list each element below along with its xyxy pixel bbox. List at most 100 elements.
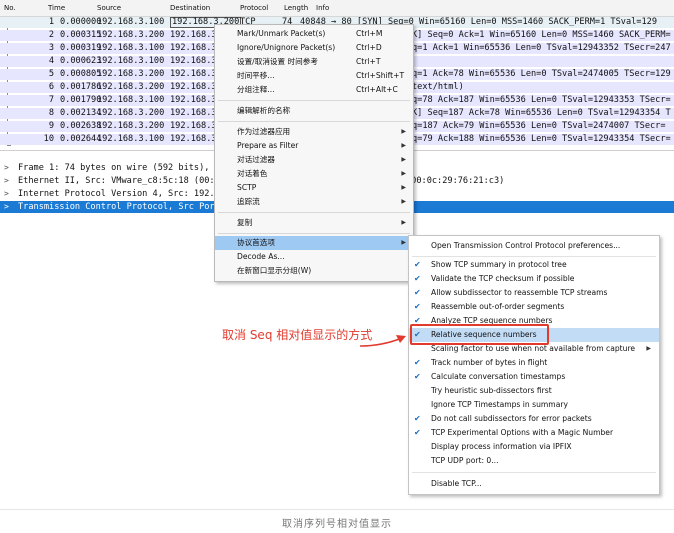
packet-time: 0.001786 — [60, 82, 102, 92]
expand-arrow-icon[interactable]: > — [4, 201, 9, 213]
expand-arrow-icon[interactable]: > — [4, 162, 9, 174]
submenu-item-label: TCP UDP port: 0... — [431, 456, 499, 465]
submenu-item-open-tcp-preferences[interactable]: Open Transmission Control Protocol prefe… — [409, 239, 659, 253]
menu-item-label: 对话过滤器 — [237, 155, 275, 164]
menu-item-protocol-preferences[interactable]: 协议首选项 ▶ — [215, 236, 413, 250]
packet-no: 8 — [48, 108, 54, 118]
menu-item-conversation-filter[interactable]: 对话过滤器 ▶ — [215, 153, 413, 167]
packet-time: 0.002638 — [60, 121, 102, 131]
submenu-item-display-ipfix[interactable]: Display process information via IPFIX — [409, 440, 659, 454]
col-header-no[interactable]: No. — [4, 0, 16, 16]
checkmark-icon: ✔ — [414, 372, 421, 381]
packet-time: 0.000623 — [60, 56, 102, 66]
menu-item-label: Mark/Unmark Packet(s) — [237, 29, 326, 38]
submenu-item-label: Display process information via IPFIX — [431, 442, 572, 451]
packet-destination: 192.168.3 — [170, 56, 217, 66]
packet-info: q=78 Ack=187 Win=65536 Len=0 TSval=12943… — [412, 95, 671, 105]
submenu-item-conversation-timestamps[interactable]: ✔ Calculate conversation timestamps — [409, 370, 659, 384]
packet-info: q=79 Ack=188 Win=65536 Len=0 TSval=12943… — [412, 134, 671, 144]
packet-time: 0.000000 — [60, 17, 102, 27]
submenu-item-no-subdissectors-errors[interactable]: ✔ Do not call subdissectors for error pa… — [409, 412, 659, 426]
packet-no: 2 — [48, 30, 54, 40]
submenu-separator — [412, 256, 656, 257]
submenu-item-label: Do not call subdissectors for error pack… — [431, 414, 592, 423]
submenu-item-label: Track number of bytes in flight — [431, 358, 548, 367]
menu-separator — [218, 212, 410, 213]
context-menu[interactable]: Mark/Unmark Packet(s) Ctrl+M Ignore/Unig… — [214, 24, 414, 282]
packet-destination: 192.168.3 — [170, 108, 217, 118]
checkmark-icon: ✔ — [414, 260, 421, 269]
menu-item-label: 复制 — [237, 218, 253, 227]
packet-source: 192.168.3.100 — [97, 134, 165, 144]
submenu-item-allow-reassemble[interactable]: ✔ Allow subdissector to reassemble TCP s… — [409, 286, 659, 300]
submenu-arrow-icon: ▶ — [401, 128, 406, 135]
submenu-item-experimental-options[interactable]: ✔ TCP Experimental Options with a Magic … — [409, 426, 659, 440]
menu-item-time-shift[interactable]: 时间平移... Ctrl+Shift+T — [215, 69, 413, 83]
submenu-item-label: Show TCP summary in protocol tree — [431, 260, 567, 269]
protocol-preferences-submenu[interactable]: Open Transmission Control Protocol prefe… — [408, 235, 660, 495]
submenu-arrow-icon: ▶ — [401, 198, 406, 205]
packet-no: 4 — [48, 56, 54, 66]
packet-time: 0.000319 — [60, 43, 102, 53]
submenu-item-label: TCP Experimental Options with a Magic Nu… — [431, 428, 614, 437]
menu-item-label: 设置/取消设置 时间参考 — [237, 57, 318, 66]
submenu-item-ignore-timestamps[interactable]: Ignore TCP Timestamps in summary — [409, 398, 659, 412]
menu-item-edit-resolved-name[interactable]: 编辑解析的名称 — [215, 104, 413, 118]
submenu-arrow-icon: ▶ — [401, 156, 406, 163]
menu-item-label: 作为过滤器应用 — [237, 127, 291, 136]
checkmark-icon: ✔ — [414, 428, 421, 437]
menu-item-sctp[interactable]: SCTP ▶ — [215, 181, 413, 195]
packet-destination: 192.168.3 — [170, 43, 217, 53]
packet-no: 7 — [48, 95, 54, 105]
menu-item-mark-packet[interactable]: Mark/Unmark Packet(s) Ctrl+M — [215, 27, 413, 41]
packet-no: 6 — [48, 82, 54, 92]
menu-item-apply-as-filter[interactable]: 作为过滤器应用 ▶ — [215, 125, 413, 139]
submenu-arrow-icon: ▶ — [401, 239, 406, 246]
packet-destination: 192.168.3 — [170, 30, 217, 40]
col-header-destination[interactable]: Destination — [170, 0, 210, 16]
submenu-item-heuristic-first[interactable]: Try heuristic sub-dissectors first — [409, 384, 659, 398]
submenu-arrow-icon: ▶ — [401, 142, 406, 149]
caption-divider — [0, 509, 674, 510]
submenu-item-reassemble-out-of-order[interactable]: ✔ Reassemble out-of-order segments — [409, 300, 659, 314]
packet-source: 192.168.3.200 — [97, 108, 165, 118]
submenu-item-show-tcp-summary[interactable]: ✔ Show TCP summary in protocol tree — [409, 258, 659, 272]
menu-item-shortcut: Ctrl+Alt+C — [356, 85, 398, 94]
packet-info: q=1 Ack=1 Win=65536 Len=0 TSval=12943352… — [412, 43, 671, 53]
packet-source: 192.168.3.100 — [97, 17, 165, 27]
col-header-protocol[interactable]: Protocol — [240, 0, 268, 16]
submenu-separator — [412, 472, 656, 473]
menu-item-decode-as[interactable]: Decode As... — [215, 250, 413, 264]
ethernet-dst-overflow: (00:0c:29:76:21:c3) — [406, 176, 505, 186]
expand-arrow-icon[interactable]: > — [4, 175, 9, 187]
col-header-info[interactable]: Info — [316, 0, 329, 16]
col-header-source[interactable]: Source — [97, 0, 121, 16]
menu-item-packet-comment[interactable]: 分组注释... Ctrl+Alt+C — [215, 83, 413, 97]
submenu-item-disable-tcp[interactable]: Disable TCP... — [409, 477, 659, 491]
menu-item-follow-stream[interactable]: 追踪流 ▶ — [215, 195, 413, 209]
submenu-item-tcp-udp-port[interactable]: TCP UDP port: 0... — [409, 454, 659, 468]
tree-item-label: Internet Protocol Version 4, Src: 192. — [18, 189, 215, 199]
submenu-item-validate-checksum[interactable]: ✔ Validate the TCP checksum if possible — [409, 272, 659, 286]
col-header-length[interactable]: Length — [284, 0, 308, 16]
submenu-item-label: Try heuristic sub-dissectors first — [431, 386, 552, 395]
packet-destination: 192.168.3 — [170, 69, 217, 79]
menu-item-time-reference[interactable]: 设置/取消设置 时间参考 Ctrl+T — [215, 55, 413, 69]
packet-source: 192.168.3.100 — [97, 43, 165, 53]
menu-item-ignore-packet[interactable]: Ignore/Unignore Packet(s) Ctrl+D — [215, 41, 413, 55]
col-header-time[interactable]: Time — [48, 0, 65, 16]
expand-arrow-icon[interactable]: > — [4, 188, 9, 200]
submenu-item-label: Reassemble out-of-order segments — [431, 302, 565, 311]
checkmark-icon: ✔ — [414, 414, 421, 423]
menu-item-shortcut: Ctrl+T — [356, 57, 381, 66]
menu-item-label: 时间平移... — [237, 71, 275, 80]
menu-item-label: SCTP — [237, 183, 257, 192]
submenu-item-track-bytes-in-flight[interactable]: ✔ Track number of bytes in flight — [409, 356, 659, 370]
menu-item-prepare-as-filter[interactable]: Prepare as Filter ▶ — [215, 139, 413, 153]
menu-item-copy[interactable]: 复制 ▶ — [215, 216, 413, 230]
packet-time: 0.002644 — [60, 134, 102, 144]
packet-no: 9 — [48, 121, 54, 131]
menu-item-colorize-conversation[interactable]: 对话着色 ▶ — [215, 167, 413, 181]
packet-no: 5 — [48, 69, 54, 79]
menu-item-show-packet-new-window[interactable]: 在新窗口显示分组(W) — [215, 264, 413, 278]
